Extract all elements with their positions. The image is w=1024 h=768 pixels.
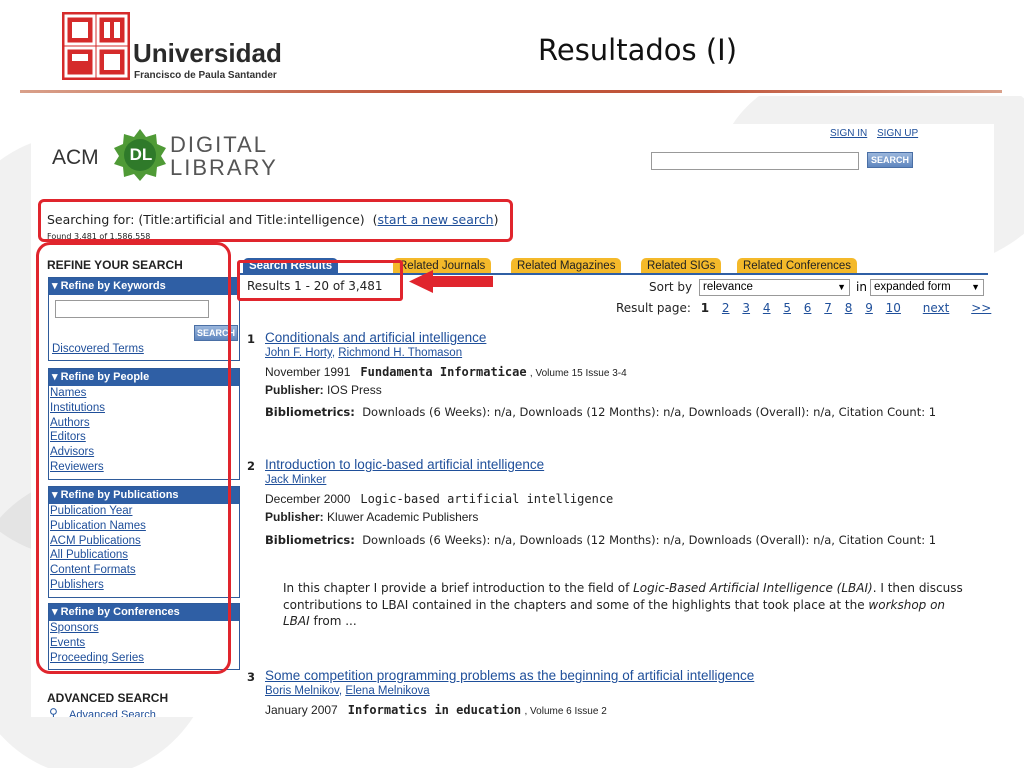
chevron-down-icon: ▼	[971, 282, 980, 292]
last-page-link[interactable]: >>	[971, 301, 991, 315]
sign-up-link[interactable]: SIGN UP	[877, 128, 918, 139]
result-publication-line: January 2007 Informatics in education , …	[265, 703, 607, 717]
result-volume: , Volume 15 Issue 3-4	[529, 368, 627, 379]
result-publication-line: December 2000 Logic-based artificial int…	[265, 492, 613, 506]
sort-value: relevance	[703, 281, 753, 293]
abstract-text: from ...	[309, 614, 357, 628]
publisher-label: Publisher:	[265, 383, 324, 397]
result-publication: Logic-based artificial intelligence	[360, 492, 614, 506]
top-search-button[interactable]: SEARCH	[867, 152, 913, 168]
author-link[interactable]: Boris Melnikov	[265, 685, 339, 697]
university-name: Universidad	[133, 38, 282, 68]
library-word: LIBRARY	[170, 155, 278, 180]
result-title-link[interactable]: Some competition programming problems as…	[265, 668, 754, 683]
author-link[interactable]: Elena Melnikova	[345, 685, 429, 697]
tab-related-sigs[interactable]: Related SIGs	[641, 258, 722, 274]
result-bibliometrics: Bibliometrics: Downloads (6 Weeks): n/a,…	[265, 405, 936, 419]
author-link[interactable]: John F. Horty	[265, 347, 332, 359]
pagination: Result page: 1 2 3 4 5 6 7 8 9 10 next >…	[616, 301, 991, 315]
result-date: November 1991	[265, 365, 351, 379]
result-publisher-line: Publisher: Kluwer Academic Publishers	[265, 510, 478, 524]
author-link[interactable]: Richmond H. Thomason	[338, 347, 462, 359]
highlight-refine-sidebar	[36, 242, 231, 674]
form-select[interactable]: expanded form ▼	[870, 279, 984, 296]
sign-in-link[interactable]: SIGN IN	[830, 128, 867, 139]
result-abstract: In this chapter I provide a brief introd…	[283, 580, 963, 630]
page-link-5[interactable]: 5	[783, 301, 791, 315]
dl-badge-text: DL	[129, 145, 153, 164]
current-page: 1	[700, 301, 710, 315]
result-title-link[interactable]: Introduction to logic-based artificial i…	[265, 457, 544, 472]
publisher-value: IOS Press	[327, 383, 382, 397]
bibliometrics-values: Downloads (6 Weeks): n/a, Downloads (12 …	[362, 533, 937, 547]
abstract-emphasis: Logic-Based Artificial Intelligence (LBA…	[633, 581, 873, 595]
page-link-7[interactable]: 7	[824, 301, 832, 315]
chevron-down-icon: ▼	[837, 282, 846, 292]
advanced-search-title: ADVANCED SEARCH	[47, 691, 169, 705]
university-logo-icon	[62, 12, 130, 80]
top-search-input[interactable]	[651, 152, 859, 170]
abstract-text: In this chapter I provide a brief introd…	[283, 581, 634, 595]
sort-by-label: Sort by	[649, 280, 693, 294]
result-number: 1	[247, 332, 256, 346]
publisher-value: Kluwer Academic Publishers	[327, 510, 479, 524]
result-date: January 2007	[265, 703, 338, 717]
page-link-8[interactable]: 8	[845, 301, 853, 315]
acm-logo-text: ACM	[52, 146, 99, 169]
result-authors: Jack Minker	[265, 474, 326, 486]
header-divider	[20, 90, 1002, 93]
bibliometrics-values: Downloads (6 Weeks): n/a, Downloads (12 …	[362, 405, 937, 419]
highlight-search-query	[38, 199, 513, 242]
result-publication: Fundamenta Informaticae	[360, 365, 527, 379]
result-title-link[interactable]: Conditionals and artificial intelligence	[265, 330, 486, 345]
result-publisher-line: Publisher: IOS Press	[265, 383, 382, 397]
next-page-link[interactable]: next	[923, 301, 950, 315]
form-value: expanded form	[874, 281, 951, 293]
magnifier-icon: ⚲	[49, 706, 58, 717]
slide-header: Universidad Francisco de Paula Santander…	[0, 0, 1024, 96]
sort-select[interactable]: relevance ▼	[699, 279, 850, 296]
result-volume: , Volume 6 Issue 2	[524, 706, 607, 717]
bibliometrics-label: Bibliometrics:	[265, 533, 355, 547]
acm-dl-screenshot: ACM DL DIGITAL LIBRARY SIGN IN SIGN UP S…	[31, 124, 994, 717]
publisher-label: Publisher:	[265, 510, 324, 524]
page-link-9[interactable]: 9	[865, 301, 873, 315]
page-link-4[interactable]: 4	[763, 301, 771, 315]
result-date: December 2000	[265, 492, 351, 506]
result-publication-line: November 1991 Fundamenta Informaticae , …	[265, 365, 627, 379]
result-authors: John F. Horty, Richmond H. Thomason	[265, 347, 463, 359]
result-number: 3	[247, 670, 256, 684]
tab-related-conferences[interactable]: Related Conferences	[737, 258, 858, 274]
highlight-results-count	[237, 260, 403, 301]
slide-title: Resultados (I)	[538, 33, 738, 67]
result-bibliometrics: Bibliometrics: Downloads (6 Weeks): n/a,…	[265, 533, 936, 547]
in-label: in	[856, 280, 867, 294]
result-number: 2	[247, 459, 256, 473]
bibliometrics-label: Bibliometrics:	[265, 405, 355, 419]
page-link-3[interactable]: 3	[742, 301, 750, 315]
red-arrow-icon	[409, 270, 493, 293]
page-link-10[interactable]: 10	[886, 301, 901, 315]
page-link-6[interactable]: 6	[804, 301, 812, 315]
result-publication: Informatics in education	[347, 703, 522, 717]
result-authors: Boris Melnikov, Elena Melnikova	[265, 685, 430, 697]
tab-related-magazines[interactable]: Related Magazines	[511, 258, 622, 274]
advanced-search-link[interactable]: Advanced Search	[69, 709, 156, 717]
page-link-2[interactable]: 2	[722, 301, 730, 315]
page-label: Result page:	[616, 301, 691, 315]
author-link[interactable]: Jack Minker	[265, 474, 326, 486]
university-subtitle: Francisco de Paula Santander	[134, 70, 277, 81]
